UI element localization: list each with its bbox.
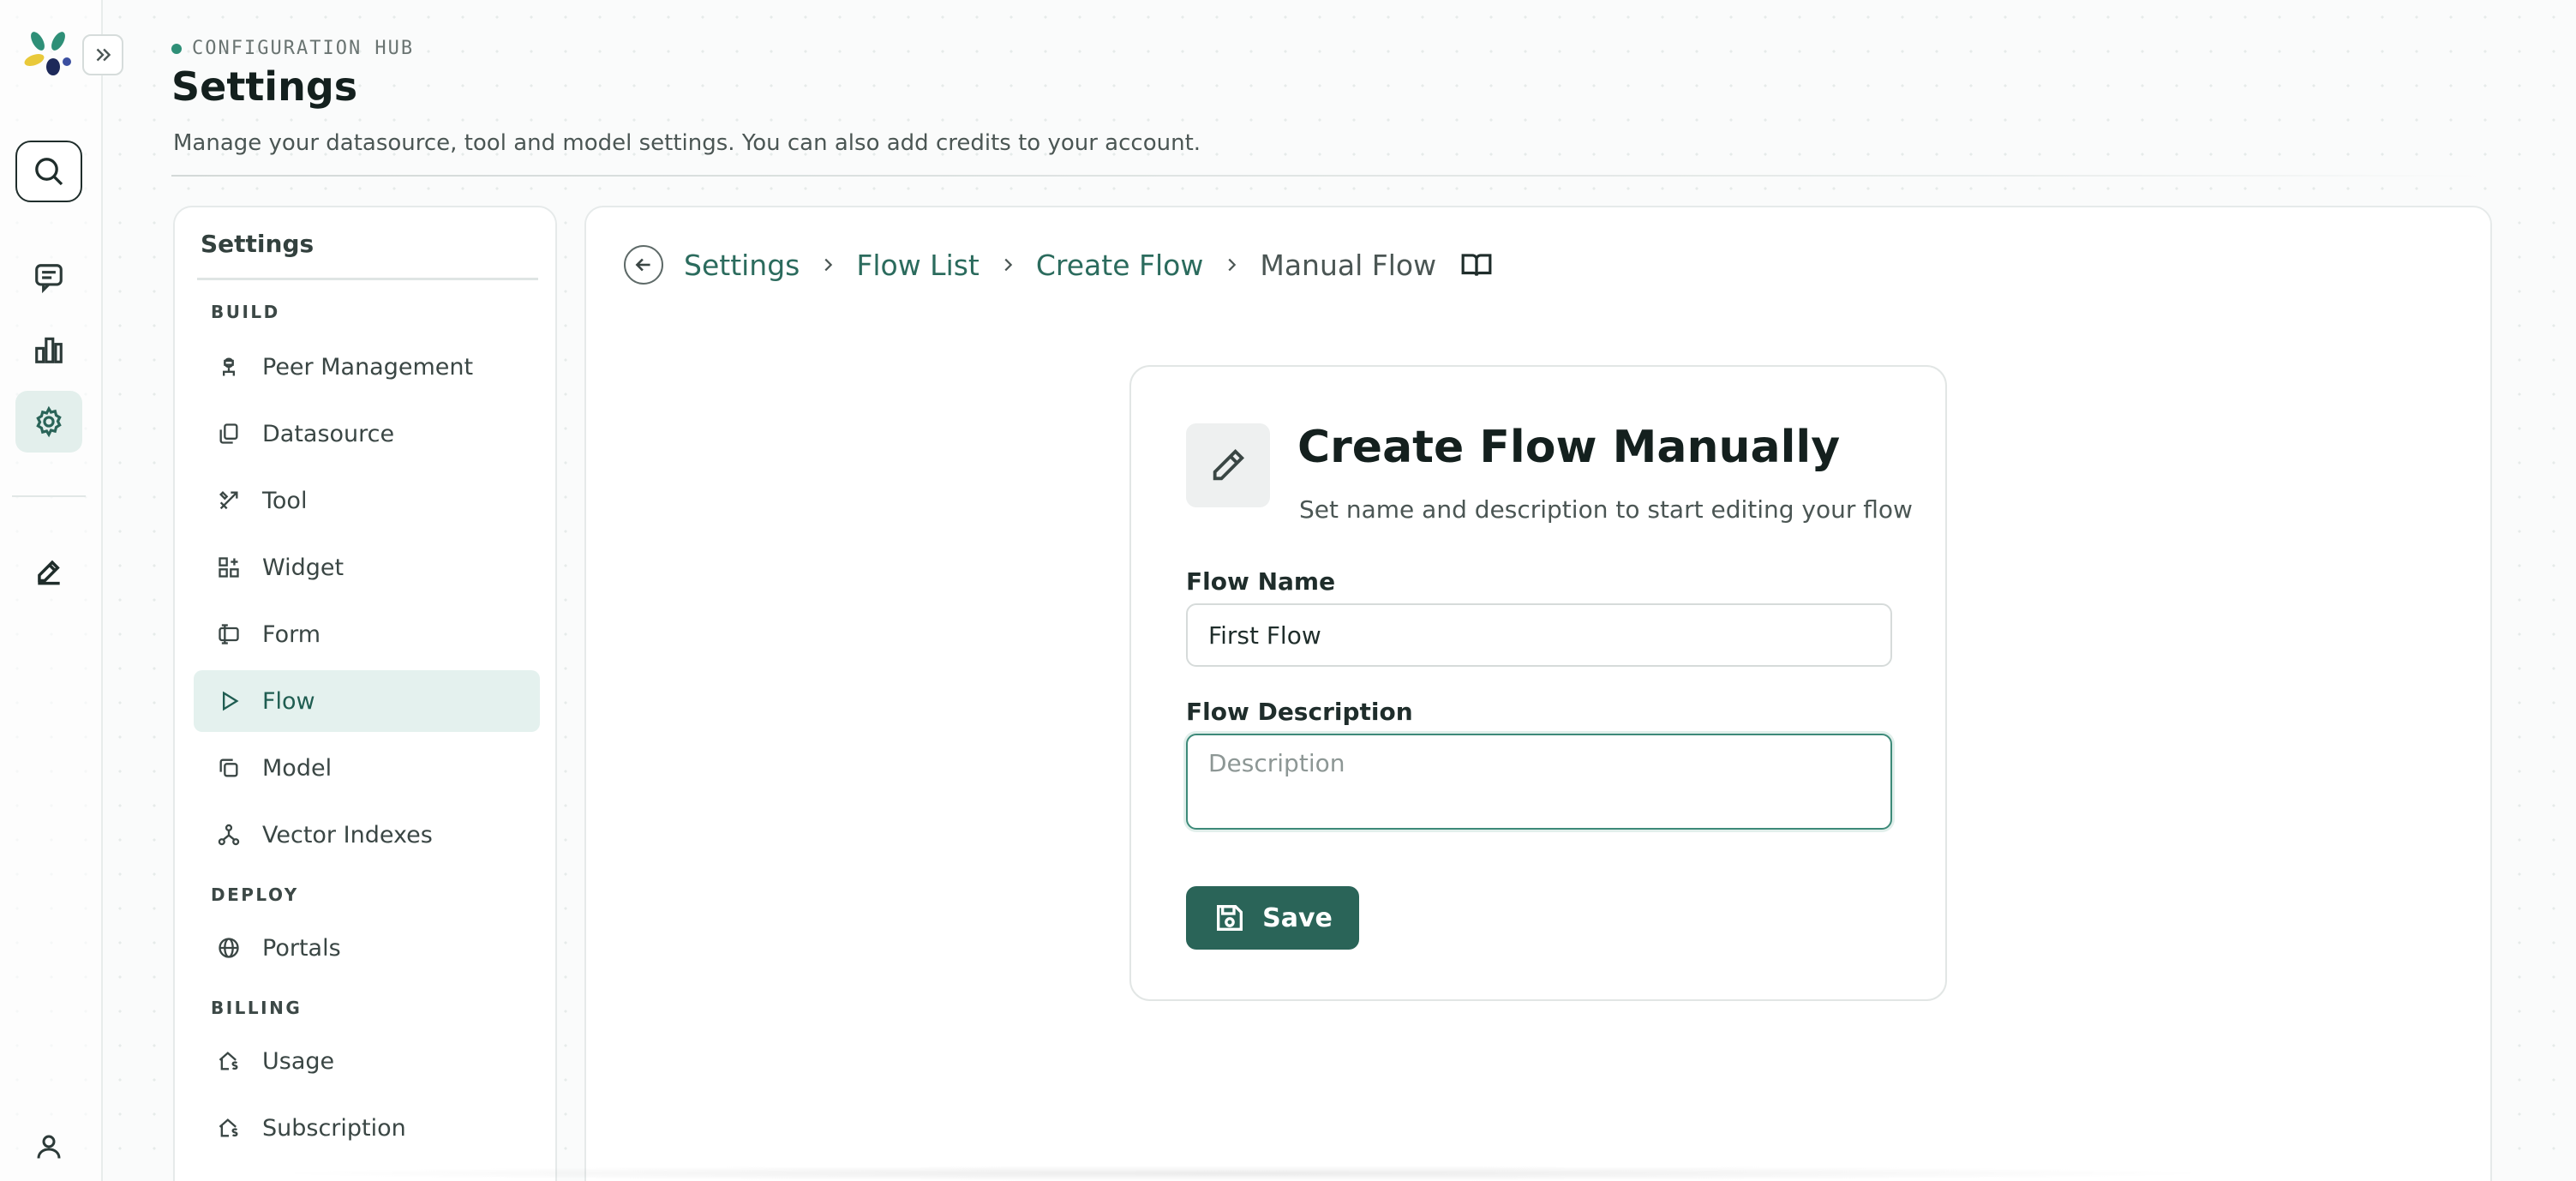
form-icon bbox=[216, 621, 242, 647]
chat-icon bbox=[35, 264, 63, 294]
usage-icon bbox=[216, 1048, 242, 1074]
sidebar-item-label: Usage bbox=[262, 1047, 335, 1075]
save-button[interactable]: Save bbox=[1186, 886, 1359, 950]
sidebar-item-label: Widget bbox=[262, 554, 344, 581]
sidebar-item-datasource[interactable]: Datasource bbox=[194, 403, 540, 465]
back-button[interactable] bbox=[624, 245, 663, 285]
sidebar-item-vector-indexes[interactable]: Vector Indexes bbox=[194, 804, 540, 866]
sidebar-item-widget[interactable]: Widget bbox=[194, 537, 540, 598]
save-button-label: Save bbox=[1262, 902, 1333, 933]
main-panel: Settings Flow List Create Flow Manual Fl… bbox=[584, 206, 2492, 1181]
section-billing: BILLING bbox=[211, 998, 303, 1018]
sidebar-item-label: Subscription bbox=[262, 1114, 406, 1142]
user-icon bbox=[37, 1135, 61, 1159]
model-icon bbox=[216, 755, 242, 781]
logo-icon[interactable] bbox=[22, 29, 75, 82]
sidebar-divider bbox=[197, 278, 538, 280]
flow-description-input[interactable] bbox=[1186, 734, 1892, 830]
create-flow-card: Create Flow Manually Set name and descri… bbox=[1129, 365, 1947, 1001]
left-rail bbox=[0, 0, 103, 1181]
sidebar-item-label: Vector Indexes bbox=[262, 821, 433, 848]
sidebar-item-portals[interactable]: Portals bbox=[194, 917, 540, 979]
sidebar-item-label: Tool bbox=[262, 487, 308, 514]
header-divider bbox=[171, 175, 2485, 177]
tool-icon bbox=[216, 488, 242, 513]
sidebar-item-label: Form bbox=[262, 620, 321, 648]
page-subtitle: Manage your datasource, tool and model s… bbox=[173, 130, 1201, 156]
sidebar-item-label: Datasource bbox=[262, 420, 395, 447]
breadcrumb-settings[interactable]: Settings bbox=[684, 249, 800, 282]
sidebar-item-label: Model bbox=[262, 754, 332, 782]
gear-icon bbox=[36, 405, 62, 438]
peer-icon bbox=[216, 354, 242, 380]
edit-button[interactable] bbox=[15, 542, 82, 603]
edit-icon bbox=[38, 560, 60, 585]
copy-icon bbox=[216, 421, 242, 447]
sidebar-item-peer-management[interactable]: Peer Management bbox=[194, 336, 540, 398]
globe-icon bbox=[216, 935, 242, 961]
page-title: Settings bbox=[171, 63, 358, 110]
sidebar-item-usage[interactable]: Usage bbox=[194, 1030, 540, 1092]
save-icon bbox=[1217, 905, 1243, 931]
bottom-shadow bbox=[257, 1166, 2228, 1181]
sidebar-item-tool[interactable]: Tool bbox=[194, 470, 540, 531]
profile-button[interactable] bbox=[15, 1116, 82, 1178]
chevron-right-icon bbox=[998, 255, 1017, 274]
section-deploy: DEPLOY bbox=[211, 884, 299, 905]
search-icon bbox=[35, 158, 63, 186]
docs-button[interactable] bbox=[1460, 249, 1493, 281]
chart-icon bbox=[35, 337, 63, 363]
status-dot bbox=[171, 43, 182, 54]
sidebar-item-label: Portals bbox=[262, 934, 341, 962]
book-icon bbox=[1461, 254, 1492, 276]
vector-icon bbox=[216, 822, 242, 848]
chevron-right-icon bbox=[818, 255, 837, 274]
card-icon-box bbox=[1186, 423, 1270, 507]
expand-icon bbox=[96, 48, 111, 62]
settings-button[interactable] bbox=[15, 391, 82, 453]
expand-sidebar-button[interactable] bbox=[82, 34, 123, 75]
sidebar-item-form[interactable]: Form bbox=[194, 603, 540, 665]
settings-sidebar: Settings BUILD Peer Management Datasourc… bbox=[173, 206, 557, 1181]
eyebrow-text: CONFIGURATION HUB bbox=[192, 38, 415, 59]
breadcrumb-manual-flow: Manual Flow bbox=[1260, 248, 1437, 282]
section-build: BUILD bbox=[211, 302, 280, 322]
sidebar-item-model[interactable]: Model bbox=[194, 737, 540, 799]
sidebar-item-label: Peer Management bbox=[262, 353, 474, 381]
flow-name-input[interactable] bbox=[1186, 603, 1892, 667]
breadcrumb: Settings Flow List Create Flow Manual Fl… bbox=[624, 245, 1493, 285]
flow-name-label: Flow Name bbox=[1186, 567, 1336, 596]
arrow-left-icon bbox=[635, 258, 650, 272]
breadcrumb-flow-list[interactable]: Flow List bbox=[856, 249, 979, 282]
sidebar-title: Settings bbox=[201, 230, 315, 258]
sidebar-item-flow[interactable]: Flow bbox=[194, 670, 540, 732]
rail-divider bbox=[12, 495, 86, 497]
flow-description-label: Flow Description bbox=[1186, 698, 1413, 726]
chat-button[interactable] bbox=[15, 247, 82, 309]
sidebar-item-label: Flow bbox=[262, 687, 315, 715]
sidebar-item-subscription[interactable]: Subscription bbox=[194, 1097, 540, 1159]
configuration-hub-label: CONFIGURATION HUB bbox=[171, 38, 414, 59]
chevron-right-icon bbox=[1222, 255, 1241, 274]
breadcrumb-create-flow[interactable]: Create Flow bbox=[1036, 249, 1203, 282]
play-icon bbox=[216, 688, 242, 714]
card-subtitle: Set name and description to start editin… bbox=[1299, 495, 1913, 524]
subscription-icon bbox=[216, 1115, 242, 1141]
widget-icon bbox=[216, 555, 242, 580]
search-button[interactable] bbox=[15, 141, 82, 202]
card-title: Create Flow Manually bbox=[1297, 422, 1841, 473]
pencil-icon bbox=[1213, 448, 1245, 481]
analytics-button[interactable] bbox=[15, 319, 82, 381]
